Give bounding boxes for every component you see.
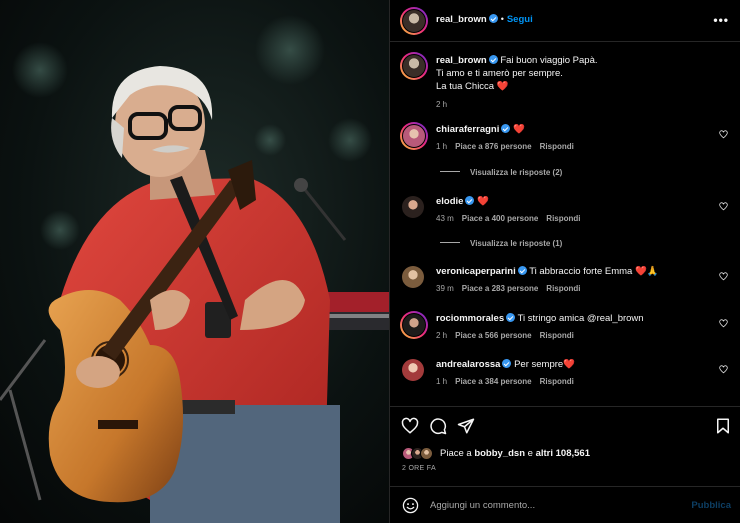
comment-text: Per sempre❤️ xyxy=(514,359,576,370)
comment-text: ❤️ xyxy=(513,124,525,135)
commenter-avatar[interactable] xyxy=(400,122,428,150)
comment-time: 43 m xyxy=(436,214,454,223)
commenter-username[interactable]: elodie xyxy=(436,196,463,207)
view-replies-button[interactable]: Visualizza le risposte (2) xyxy=(440,168,562,177)
comment-heart-icon[interactable] xyxy=(719,202,728,211)
separator-dot: • xyxy=(500,14,504,24)
author-avatar[interactable] xyxy=(400,7,428,35)
comment-likes[interactable]: Piace a 876 persone xyxy=(455,142,532,151)
commenter-username[interactable]: veronicaperparini xyxy=(436,266,516,277)
verified-badge-icon xyxy=(488,55,498,64)
comment-icon[interactable] xyxy=(429,417,447,435)
liker-username[interactable]: bobby_dsn xyxy=(474,448,525,459)
caption-avatar[interactable] xyxy=(400,52,428,80)
likes-connector: e xyxy=(527,448,533,459)
caption-line-1: Fai buon viaggio Papà. xyxy=(500,55,598,66)
post-actions: Piace a bobby_dsn e altri 108,561 2 ORE … xyxy=(390,406,740,486)
comment-likes[interactable]: Piace a 400 persone xyxy=(462,214,539,223)
verified-badge-icon xyxy=(502,359,512,368)
bookmark-icon[interactable] xyxy=(714,417,732,435)
verified-badge-icon xyxy=(488,14,498,23)
reply-button[interactable]: Rispondi xyxy=(540,331,574,340)
header-user-line: real_brown • Segui xyxy=(436,14,533,25)
comment-item: veronicaperparini Ti abbraccio forte Emm… xyxy=(402,264,732,294)
view-replies-button[interactable]: Visualizza le risposte (1) xyxy=(440,239,562,248)
reply-button[interactable]: Rispondi xyxy=(546,284,580,293)
reply-button[interactable]: Rispondi xyxy=(540,142,574,151)
add-comment-bar: Pubblica xyxy=(390,486,740,523)
verified-badge-icon xyxy=(517,266,527,275)
comment-text: Ti stringo amica @real_brown xyxy=(517,313,644,324)
comment-time: 1 h xyxy=(436,142,448,151)
comment-time: 39 m xyxy=(436,284,454,293)
comment-heart-icon[interactable] xyxy=(719,365,728,374)
follow-button[interactable]: Segui xyxy=(507,14,533,25)
commenter-avatar[interactable] xyxy=(402,196,424,218)
liker-avatar xyxy=(420,447,433,460)
emoji-icon[interactable] xyxy=(402,497,419,514)
comment-time: 1 h xyxy=(436,377,448,386)
comment-input[interactable] xyxy=(430,496,670,514)
caption-time: 2 h xyxy=(436,100,448,109)
comment-time: 2 h xyxy=(436,331,448,340)
comment-heart-icon[interactable] xyxy=(719,319,728,328)
comment-heart-icon[interactable] xyxy=(719,272,728,281)
comment-text: Ti abbraccio forte Emma ❤️🙏 xyxy=(529,266,659,277)
commenter-avatar[interactable] xyxy=(402,266,424,288)
commenter-username[interactable]: rociommorales xyxy=(436,313,504,324)
caption-line-3: La tua Chicca ❤️ xyxy=(436,81,509,92)
likes-prefix: Piace a xyxy=(440,448,472,459)
comment-heart-icon[interactable] xyxy=(719,130,728,139)
comment-item: elodie ❤️ 43 m Piace a 400 persone Rispond… xyxy=(402,194,732,224)
commenter-username[interactable]: chiaraferragni xyxy=(436,124,499,135)
commenter-username[interactable]: andrealarossa xyxy=(436,359,500,370)
reply-button[interactable]: Rispondi xyxy=(546,214,580,223)
caption-line-2: Ti amo e ti amerò per sempre. xyxy=(436,68,563,79)
likes-others[interactable]: altri 108,561 xyxy=(536,448,590,459)
caption-username[interactable]: real_brown xyxy=(436,55,487,66)
comment-likes[interactable]: Piace a 283 persone xyxy=(462,284,539,293)
comment-likes[interactable]: Piace a 566 persone xyxy=(455,331,532,340)
comment-item: rociommorales Ti stringo amica @real_bro… xyxy=(400,311,732,341)
publish-button[interactable]: Pubblica xyxy=(691,500,731,511)
commenter-avatar[interactable] xyxy=(400,311,428,339)
reply-button[interactable]: Rispondi xyxy=(540,377,574,386)
verified-badge-icon xyxy=(506,313,516,322)
post-header: real_brown • Segui ••• xyxy=(390,0,740,42)
comment-item: andrealarossa Per sempre❤️ 1 h Piace a 38… xyxy=(402,357,732,387)
comment-text: ❤️ xyxy=(477,196,489,207)
verified-badge-icon xyxy=(501,124,511,133)
author-username[interactable]: real_brown xyxy=(436,14,487,25)
verified-badge-icon xyxy=(465,196,475,205)
commenter-avatar[interactable] xyxy=(402,359,424,381)
comment-likes[interactable]: Piace a 384 persone xyxy=(455,377,532,386)
post-time-ago[interactable]: 2 ORE FA xyxy=(402,465,436,472)
send-icon[interactable] xyxy=(457,417,475,435)
more-options-icon[interactable]: ••• xyxy=(713,13,729,27)
comment-item: chiaraferragni ❤️ 1 h Piace a 876 persone… xyxy=(400,122,732,152)
heart-icon[interactable] xyxy=(401,417,419,435)
post-image-illustration xyxy=(0,0,389,523)
post-photo xyxy=(0,0,389,523)
post-sidebar: real_brown • Segui ••• real_brown Fai buon… xyxy=(389,0,740,523)
